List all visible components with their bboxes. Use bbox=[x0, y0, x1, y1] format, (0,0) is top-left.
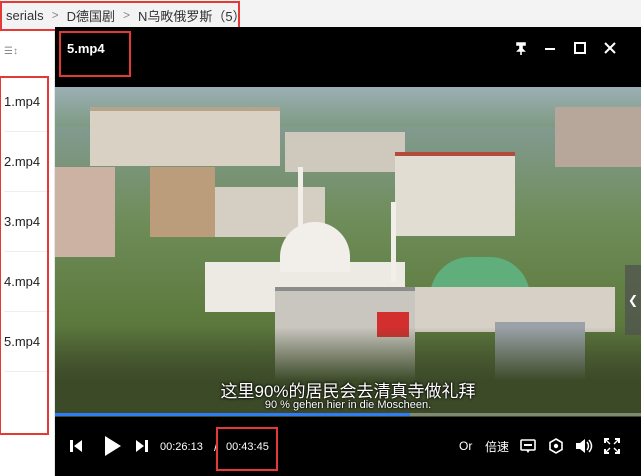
playback-speed-button[interactable]: 倍速 bbox=[485, 438, 509, 455]
current-time: 00:26:13 bbox=[160, 441, 203, 453]
progress-bar[interactable] bbox=[55, 413, 641, 416]
play-icon[interactable] bbox=[99, 433, 125, 459]
close-icon[interactable] bbox=[599, 37, 621, 59]
previous-icon[interactable] bbox=[65, 435, 87, 457]
subtitle-icon[interactable] bbox=[517, 435, 539, 457]
video-minaret bbox=[391, 202, 396, 282]
side-panel-arrow-icon[interactable]: ❮ bbox=[625, 265, 641, 335]
video-building bbox=[555, 107, 641, 167]
minimize-icon[interactable] bbox=[539, 37, 561, 59]
sort-icon[interactable]: ☰↕ bbox=[4, 46, 18, 57]
video-frame[interactable]: ❮ 这里90%的居民会去清真寺做礼拜 90 % gehen hier in di… bbox=[55, 87, 641, 417]
original-audio-toggle[interactable]: Or bbox=[459, 439, 472, 453]
video-player-window: 5.mp4 ❮ 这里90%的居民会去清真寺做礼拜 90 % gehen hier… bbox=[55, 27, 641, 476]
duration-highlight bbox=[216, 427, 278, 471]
title-highlight bbox=[59, 31, 131, 77]
subtitle-german: 90 % gehen hier in die Moscheen. bbox=[264, 399, 432, 411]
progress-fill bbox=[55, 413, 411, 416]
time-separator: / bbox=[214, 440, 218, 454]
video-minaret bbox=[298, 167, 303, 267]
settings-icon[interactable] bbox=[545, 435, 567, 457]
next-icon[interactable] bbox=[131, 435, 153, 457]
fullscreen-icon[interactable] bbox=[601, 435, 623, 457]
file-list-highlight bbox=[0, 76, 49, 435]
breadcrumb-highlight bbox=[0, 1, 240, 31]
video-building bbox=[395, 152, 515, 236]
volume-icon[interactable] bbox=[573, 435, 595, 457]
video-building bbox=[150, 167, 215, 237]
video-building bbox=[285, 132, 405, 172]
playback-controls: 00:26:13 / 00:43:45 Or 倍速 bbox=[55, 417, 641, 476]
maximize-icon[interactable] bbox=[569, 37, 591, 59]
video-building bbox=[90, 107, 280, 166]
pin-icon[interactable] bbox=[510, 37, 532, 59]
video-building bbox=[55, 167, 115, 257]
